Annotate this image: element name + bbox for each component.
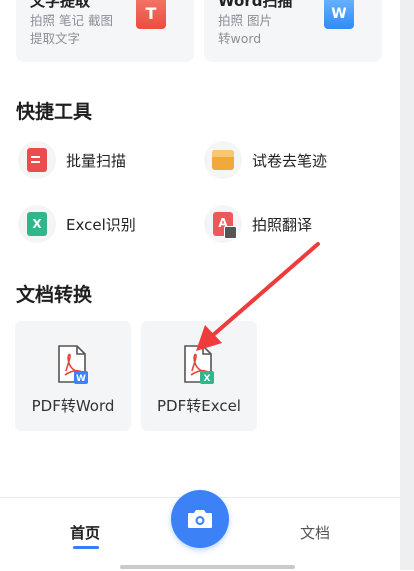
word-scan-card[interactable]: Word扫描 拍照 图片 转word W [204,0,382,62]
excel-recognize-tool[interactable]: X Excel识别 [18,204,136,244]
pdf-to-excel-label: PDF转Excel [157,397,241,415]
word-scan-icon: W [324,0,354,29]
svg-text:W: W [76,374,86,384]
excel-recognize-label: Excel识别 [66,215,136,234]
photo-translate-label: 拍照翻译 [252,215,313,234]
word-scan-title: Word扫描 [218,0,293,10]
excel-icon: X [18,205,56,243]
pdf-to-word-icon: W [58,345,88,384]
text-extract-icon: T [136,0,166,29]
scrollbar-track[interactable] [400,0,414,570]
nav-docs-tab[interactable]: 文档 [300,522,330,543]
pdf-to-excel-icon: X [184,345,214,384]
text-extract-desc-line2: 提取文字 [30,31,81,46]
photo-translate-tool[interactable]: A 拍照翻译 [204,204,312,244]
pdf-to-excel-card[interactable]: X PDF转Excel [141,321,257,431]
doc-convert-title: 文档转换 [16,284,93,306]
text-extract-card[interactable]: 文字提取 拍照 笔记 截图 提取文字 T [16,0,194,62]
exam-remove-handwriting-label: 试卷去笔迹 [252,151,328,170]
word-scan-desc-line1: 拍照 图片 [218,13,272,28]
quick-tools-title: 快捷工具 [16,101,93,123]
translate-icon: A [204,205,242,243]
pdf-to-word-card[interactable]: W PDF转Word [15,321,131,431]
pdf-to-word-label: PDF转Word [31,397,115,415]
nav-home-active-indicator [73,546,99,549]
text-extract-desc-line1: 拍照 笔记 截图 [30,13,113,28]
batch-scan-icon [18,141,56,179]
exam-remove-handwriting-tool[interactable]: 试卷去笔迹 [204,140,327,180]
batch-scan-label: 批量扫描 [66,151,127,170]
batch-scan-tool[interactable]: 批量扫描 [18,140,126,180]
camera-icon [188,510,212,528]
text-extract-title: 文字提取 [30,0,91,10]
home-indicator [120,565,295,569]
nav-home-tab[interactable]: 首页 [70,522,100,543]
svg-text:X: X [204,374,211,384]
word-scan-desc-line2: 转word [218,31,262,46]
camera-button[interactable] [171,490,229,548]
exam-paper-icon [204,141,242,179]
